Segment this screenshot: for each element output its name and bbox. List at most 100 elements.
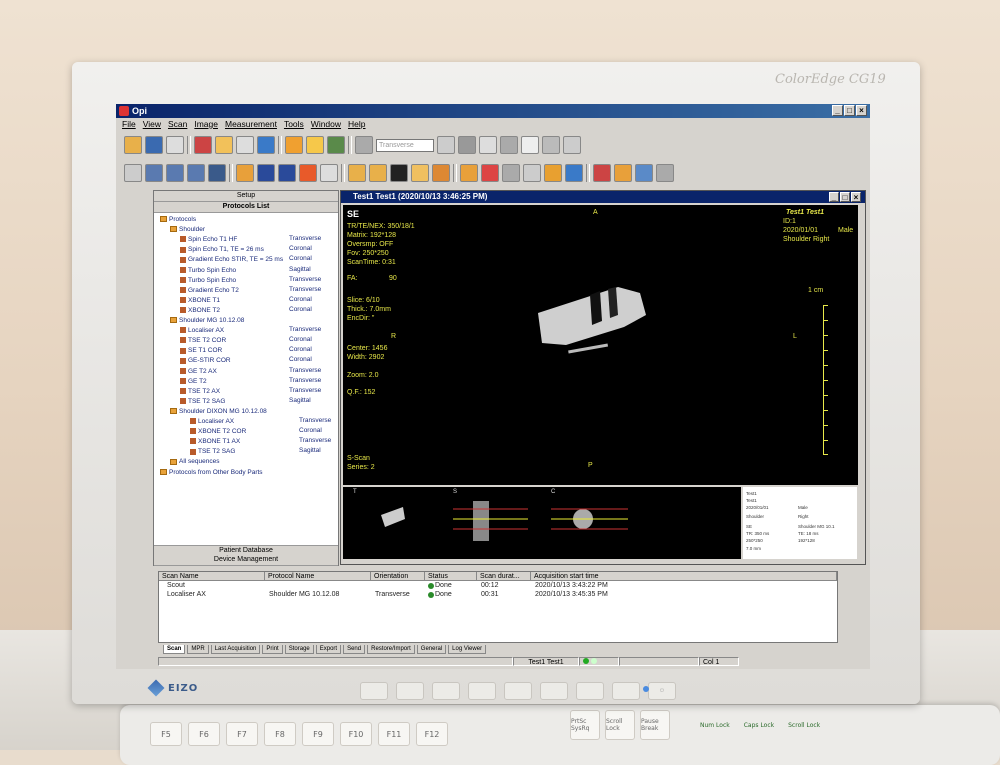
toolbar2-tool-25-icon[interactable] bbox=[656, 164, 674, 182]
key-f11[interactable]: F11 bbox=[378, 722, 410, 746]
tree-folder[interactable]: Shoulder bbox=[170, 225, 205, 235]
tab-export[interactable]: Export bbox=[315, 645, 342, 654]
tree-sequence[interactable]: TSE T2 SAG bbox=[190, 447, 235, 457]
tree-folder[interactable]: Shoulder DIXON MG 10.12.08 bbox=[170, 407, 267, 417]
toolbar2-tool-10-icon[interactable] bbox=[320, 164, 338, 182]
toolbar2-tool-8-icon[interactable] bbox=[278, 164, 296, 182]
tree-sequence[interactable]: Gradient Echo STIR, TE = 25 ms bbox=[180, 255, 283, 265]
toolbar2-tool-18-icon[interactable] bbox=[502, 164, 520, 182]
tree-sequence[interactable]: Spin Echo T1, TE = 26 ms bbox=[180, 245, 264, 255]
tab-send[interactable]: Send bbox=[343, 645, 366, 654]
tree-sequence[interactable]: Localiser AX bbox=[190, 417, 234, 427]
monitor-button-3[interactable] bbox=[432, 682, 460, 700]
key-f9[interactable]: F9 bbox=[302, 722, 334, 746]
toolbar1-tool-2-icon[interactable] bbox=[145, 136, 163, 154]
key-f8[interactable]: F8 bbox=[264, 722, 296, 746]
menu-file[interactable]: File bbox=[122, 119, 136, 132]
toolbar1-tool-4-icon[interactable] bbox=[194, 136, 212, 154]
toolbar2-tool-15-icon[interactable] bbox=[432, 164, 450, 182]
menu-image[interactable]: Image bbox=[194, 119, 218, 132]
scan-column-header[interactable]: Protocol Name bbox=[265, 572, 371, 581]
viewer-maximize-button[interactable]: □ bbox=[840, 192, 850, 202]
scan-row[interactable]: Localiser AX Shoulder MG 10.12.08 Transver… bbox=[159, 591, 837, 600]
menu-view[interactable]: View bbox=[143, 119, 161, 132]
tree-sequence[interactable]: TSE T2 COR bbox=[180, 336, 226, 346]
toolbar2-tool-4-icon[interactable] bbox=[187, 164, 205, 182]
localizer-thumbnails[interactable]: T S C bbox=[343, 487, 741, 559]
monitor-button-8[interactable] bbox=[612, 682, 640, 700]
tab-mpr[interactable]: MPR bbox=[187, 645, 209, 654]
toolbar2-tool-1-icon[interactable] bbox=[124, 164, 142, 182]
toolbar1-tool-12-icon[interactable] bbox=[437, 136, 455, 154]
scan-row[interactable]: Scout Done 00:12 2020/10/13 3:43:22 PM bbox=[159, 582, 837, 591]
toolbar2-tool-14-icon[interactable] bbox=[411, 164, 429, 182]
orientation-combo[interactable]: Transverse bbox=[376, 138, 434, 152]
scan-column-header[interactable]: Scan durat... bbox=[477, 572, 531, 581]
close-button[interactable]: × bbox=[856, 105, 867, 116]
toolbar1-tool-11-icon[interactable] bbox=[355, 136, 373, 154]
menu-tools[interactable]: Tools bbox=[284, 119, 304, 132]
viewer-close-button[interactable]: × bbox=[851, 192, 861, 202]
toolbar2-tool-19-icon[interactable] bbox=[523, 164, 541, 182]
monitor-button-6[interactable] bbox=[540, 682, 568, 700]
toolbar2-tool-23-icon[interactable] bbox=[614, 164, 632, 182]
key-f10[interactable]: F10 bbox=[340, 722, 372, 746]
key-f6[interactable]: F6 bbox=[188, 722, 220, 746]
tree-sequence[interactable]: Gradient Echo T2 bbox=[180, 286, 239, 296]
toolbar1-tool-9-icon[interactable] bbox=[306, 136, 324, 154]
tree-sequence[interactable]: Localiser AX bbox=[180, 326, 224, 336]
tree-sequence[interactable]: Turbo Spin Echo bbox=[180, 266, 236, 276]
tree-sequence[interactable]: XBONE T2 COR bbox=[190, 427, 246, 437]
toolbar1-tool-6-icon[interactable] bbox=[236, 136, 254, 154]
toolbar1-tool-15-icon[interactable] bbox=[500, 136, 518, 154]
tree-sequence[interactable]: Turbo Spin Echo bbox=[180, 276, 236, 286]
toolbar1-tool-13-icon[interactable] bbox=[458, 136, 476, 154]
toolbar2-tool-6-icon[interactable] bbox=[236, 164, 254, 182]
mri-image-view[interactable]: SE TR/TE/NEX: 350/18/1 Matrix: 192*128 O… bbox=[343, 205, 858, 485]
tab-restore-import[interactable]: Restore/Import bbox=[367, 645, 415, 654]
toolbar2-tool-22-icon[interactable] bbox=[593, 164, 611, 182]
tab-setup[interactable]: Setup bbox=[154, 191, 338, 202]
scan-column-header[interactable]: Scan Name bbox=[159, 572, 265, 581]
toolbar2-tool-16-icon[interactable] bbox=[460, 164, 478, 182]
key-f7[interactable]: F7 bbox=[226, 722, 258, 746]
key-special[interactable]: Pause Break bbox=[640, 710, 670, 740]
tree-sequence[interactable]: SE T1 COR bbox=[180, 346, 222, 356]
toolbar2-tool-3-icon[interactable] bbox=[166, 164, 184, 182]
toolbar2-tool-17-icon[interactable] bbox=[481, 164, 499, 182]
tree-folder[interactable]: All sequences bbox=[170, 457, 219, 467]
toolbar1-tool-8-icon[interactable] bbox=[285, 136, 303, 154]
toolbar1-tool-3-icon[interactable] bbox=[166, 136, 184, 154]
toolbar2-tool-21-icon[interactable] bbox=[565, 164, 583, 182]
tree-folder[interactable]: Protocols bbox=[160, 215, 196, 225]
tree-folder[interactable]: Shoulder MG 10.12.08 bbox=[170, 316, 244, 326]
monitor-button-7[interactable] bbox=[576, 682, 604, 700]
tab-scan[interactable]: Scan bbox=[163, 645, 186, 654]
key-special[interactable]: PrtSc SysRq bbox=[570, 710, 600, 740]
tree-sequence[interactable]: XBONE T1 AX bbox=[190, 437, 240, 447]
monitor-button-5[interactable] bbox=[504, 682, 532, 700]
toolbar2-tool-9-icon[interactable] bbox=[299, 164, 317, 182]
scan-column-header[interactable]: Orientation bbox=[371, 572, 425, 581]
key-special[interactable]: Scroll Lock bbox=[605, 710, 635, 740]
toolbar2-tool-12-icon[interactable] bbox=[369, 164, 387, 182]
tree-sequence[interactable]: GE T2 AX bbox=[180, 367, 217, 377]
tab-protocols-list[interactable]: Protocols List bbox=[154, 202, 338, 213]
maximize-button[interactable]: □ bbox=[844, 105, 855, 116]
tab-device-management[interactable]: Device Management bbox=[154, 555, 338, 566]
monitor-button-4[interactable] bbox=[468, 682, 496, 700]
tree-sequence[interactable]: TSE T2 SAG bbox=[180, 397, 225, 407]
tree-sequence[interactable]: Spin Echo T1 HF bbox=[180, 235, 237, 245]
toolbar2-tool-13-icon[interactable] bbox=[390, 164, 408, 182]
tree-sequence[interactable]: XBONE T1 bbox=[180, 296, 220, 306]
monitor-power-button[interactable]: ⏻ bbox=[648, 682, 676, 700]
toolbar1-tool-18-icon[interactable] bbox=[563, 136, 581, 154]
key-f12[interactable]: F12 bbox=[416, 722, 448, 746]
toolbar2-tool-20-icon[interactable] bbox=[544, 164, 562, 182]
toolbar1-tool-1-icon[interactable] bbox=[124, 136, 142, 154]
toolbar1-tool-14-icon[interactable] bbox=[479, 136, 497, 154]
toolbar1-tool-16-icon[interactable] bbox=[521, 136, 539, 154]
tab-general[interactable]: General bbox=[416, 645, 447, 654]
tree-sequence[interactable]: GE T2 bbox=[180, 377, 207, 387]
tree-sequence[interactable]: GE-STIR COR bbox=[180, 356, 231, 366]
